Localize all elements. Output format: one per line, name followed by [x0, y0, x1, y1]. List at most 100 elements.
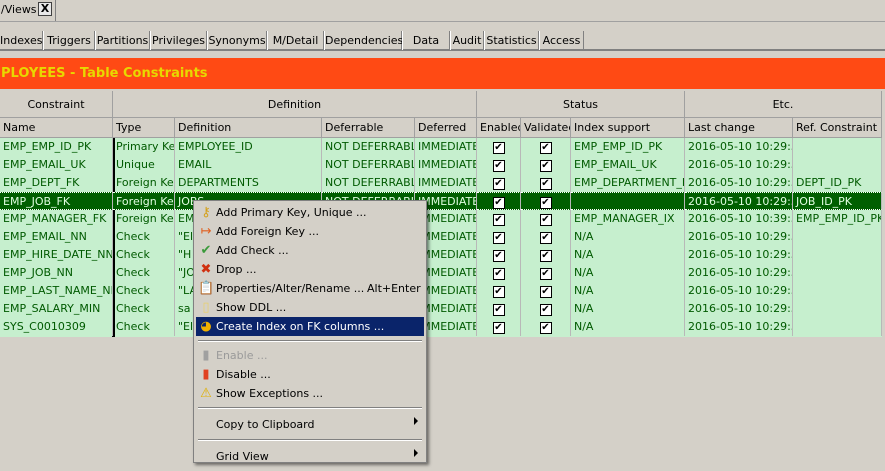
column-header-deferrable[interactable]: Deferrable — [322, 118, 415, 138]
column-header-type[interactable]: Type — [113, 118, 175, 138]
column-header-validated[interactable]: Validated — [521, 118, 571, 138]
checkbox[interactable]: ✔ — [492, 286, 505, 298]
tab-synonyms[interactable]: Synonyms — [207, 31, 267, 50]
cell-definition: EMPLOYEE_ID — [175, 138, 322, 156]
menu-item-properties-alter-rename[interactable]: 📋 Properties/Alter/Rename ... Alt+Enter — [196, 279, 424, 298]
cell-enabled: ✔ — [477, 264, 521, 282]
cell-ref-constraint: DEPT_ID_PK — [793, 174, 882, 192]
checkbox[interactable]: ✔ — [539, 197, 552, 209]
constraints-grid[interactable]: Constraint Definition Status Etc. Name Type De… — [0, 91, 882, 337]
menu-item-copy-to-clipboard[interactable]: Copy to Clipboard — [196, 413, 424, 435]
views-tab-label: /Views — [1, 3, 37, 16]
tab-data[interactable]: Data — [402, 31, 450, 50]
tab-privileges[interactable]: Privileges — [150, 31, 207, 50]
cell-definition: EMAIL — [175, 156, 322, 174]
cell-last-change: 2016-05-10 10:29:51 — [685, 138, 793, 156]
tab-access[interactable]: Access — [539, 31, 584, 50]
cell-last-change: 2016-05-10 10:29:51 — [685, 192, 793, 210]
warning-icon: ⚠ — [200, 386, 212, 401]
close-icon[interactable]: X — [38, 2, 52, 16]
tab-mdetail[interactable]: M/Detail — [267, 31, 324, 50]
menu-item-label: Add Check ... — [216, 244, 289, 257]
menu-item-show-ddl[interactable]: ▯ Show DDL ... — [196, 298, 424, 317]
checkbox[interactable]: ✔ — [539, 232, 552, 244]
menu-item-label: Show DDL ... — [216, 301, 287, 314]
tab-audit[interactable]: Audit — [450, 31, 484, 50]
cell-name: SYS_C0010309 — [0, 318, 113, 336]
cell-enabled: ✔ — [477, 318, 521, 336]
column-header-enabled[interactable]: Enabled — [477, 118, 521, 138]
cell-last-change: 2016-05-10 10:29:50 — [685, 246, 793, 264]
checkbox[interactable]: ✔ — [492, 214, 505, 226]
cell-deferrable: NOT DEFERRABLE — [322, 174, 415, 192]
cell-enabled: ✔ — [477, 156, 521, 174]
checkbox[interactable]: ✔ — [492, 160, 505, 172]
menu-separator — [198, 439, 422, 441]
cell-name: EMP_JOB_FK — [0, 192, 113, 210]
views-tab[interactable]: /Views X — [0, 0, 56, 21]
checkbox[interactable]: ✔ — [539, 142, 552, 154]
checkbox[interactable]: ✔ — [539, 322, 552, 334]
clipboard-edit-icon: 📋 — [198, 281, 215, 296]
cell-ref-constraint — [793, 138, 882, 156]
column-header-last-change[interactable]: Last change — [685, 118, 793, 138]
menu-item-add-foreign-key[interactable]: ↦ Add Foreign Key ... — [196, 222, 424, 241]
checkbox[interactable]: ✔ — [539, 214, 552, 226]
menu-item-add-primary-key-unique[interactable]: ⚷ Add Primary Key, Unique ... — [196, 203, 424, 222]
checkbox[interactable]: ✔ — [539, 178, 552, 190]
tab-partitions[interactable]: Partitions — [95, 31, 150, 50]
cell-name: EMP_JOB_NN — [0, 264, 113, 282]
menu-item-add-check[interactable]: ✔ Add Check ... — [196, 241, 424, 260]
menu-item-create-index-on-fk-columns[interactable]: ◕ Create Index on FK columns ... — [196, 317, 424, 336]
page-title: PLOYEES - Table Constraints — [0, 58, 885, 89]
menu-item-disable[interactable]: ▮ Disable ... — [196, 365, 424, 384]
checkbox[interactable]: ✔ — [539, 304, 552, 316]
cell-name: EMP_LAST_NAME_NN — [0, 282, 113, 300]
menu-item-label: Add Primary Key, Unique ... — [216, 206, 367, 219]
cell-type: Foreign Key — [113, 192, 175, 210]
checkbox[interactable]: ✔ — [492, 178, 505, 190]
checkbox[interactable]: ✔ — [492, 197, 505, 209]
cell-type: Check — [113, 264, 175, 282]
column-header-name[interactable]: Name — [0, 118, 113, 138]
column-header-index-support[interactable]: Index support — [571, 118, 685, 138]
menu-item-enable[interactable]: ▮ Enable ... — [196, 346, 424, 365]
checkbox[interactable]: ✔ — [492, 250, 505, 262]
cell-definition: DEPARTMENTS — [175, 174, 322, 192]
cell-enabled: ✔ — [477, 138, 521, 156]
cell-validated: ✔ — [521, 228, 571, 246]
column-header-deferred[interactable]: Deferred — [415, 118, 477, 138]
checkbox[interactable]: ✔ — [539, 286, 552, 298]
cell-enabled: ✔ — [477, 192, 521, 210]
red-x-icon: ✖ — [200, 262, 212, 277]
cell-index-support: EMP_MANAGER_IX — [571, 210, 685, 228]
checkbox[interactable]: ✔ — [492, 322, 505, 334]
tab-triggers[interactable]: Triggers — [43, 31, 95, 50]
group-header-3: Etc. — [685, 91, 882, 118]
checkbox[interactable]: ✔ — [492, 304, 505, 316]
checkbox[interactable]: ✔ — [492, 232, 505, 244]
tab-dependencies[interactable]: Dependencies — [324, 31, 403, 50]
cell-last-change: 2016-05-10 10:29:51 — [685, 300, 793, 318]
checkbox[interactable]: ✔ — [492, 142, 505, 154]
column-header-ref-constraint[interactable]: Ref. Constraint — [793, 118, 882, 138]
cell-enabled: ✔ — [477, 300, 521, 318]
menu-item-drop[interactable]: ✖ Drop ... — [196, 260, 424, 279]
tab-indexes[interactable]: Indexes — [0, 31, 43, 50]
menu-item-label: Show Exceptions ... — [216, 387, 324, 400]
group-header-1: Definition — [113, 91, 477, 118]
checkbox[interactable]: ✔ — [539, 268, 552, 280]
menu-item-grid-view[interactable]: Grid View — [196, 445, 424, 467]
column-header-definition[interactable]: Definition — [175, 118, 322, 138]
group-header-2: Status — [477, 91, 685, 118]
checkbox[interactable]: ✔ — [539, 250, 552, 262]
menu-item-show-exceptions[interactable]: ⚠ Show Exceptions ... — [196, 384, 424, 403]
menu-item-label: Grid View — [216, 450, 269, 463]
checkbox[interactable]: ✔ — [539, 160, 552, 172]
cell-validated: ✔ — [521, 192, 571, 210]
submenu-arrow-icon — [414, 449, 418, 457]
cell-validated: ✔ — [521, 210, 571, 228]
checkbox[interactable]: ✔ — [492, 268, 505, 280]
cell-ref-constraint — [793, 300, 882, 318]
tab-statistics[interactable]: Statistics — [484, 31, 539, 50]
